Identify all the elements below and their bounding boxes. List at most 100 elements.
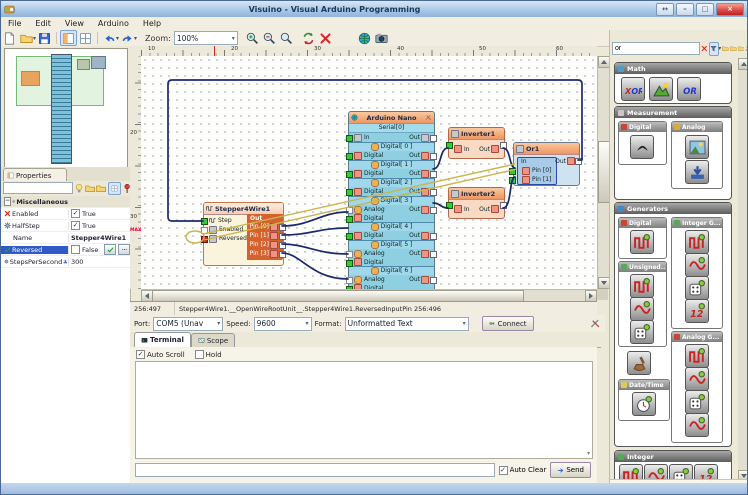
component-inverter2[interactable]: Inverter2 InOut xyxy=(448,187,505,219)
canvas-vertical-scrollbar[interactable] xyxy=(597,56,609,289)
serial-in-pin[interactable] xyxy=(346,135,353,142)
auto-scroll-option[interactable]: Auto Scroll xyxy=(136,350,185,359)
photo-measure-button[interactable] xyxy=(685,135,709,159)
property-category[interactable]: Miscellaneous xyxy=(1,196,130,208)
property-row-name[interactable]: Name Stepper4Wire1 xyxy=(1,232,130,244)
tools-icon[interactable] xyxy=(425,114,432,121)
tab-terminal[interactable]: Terminal xyxy=(134,332,191,347)
enabled-input-pin[interactable] xyxy=(201,227,208,234)
tab-properties[interactable]: Properties xyxy=(3,168,67,182)
digital2-out-pin[interactable] xyxy=(430,189,437,196)
serial-out-pin[interactable] xyxy=(430,135,437,142)
digital-measure-button[interactable] xyxy=(630,135,654,159)
tab-scope[interactable]: Scope xyxy=(191,333,235,347)
menu-arduino[interactable]: Arduino xyxy=(91,18,136,29)
or1-in-pin-1[interactable] xyxy=(509,177,516,184)
halfstep-checkbox[interactable] xyxy=(71,221,80,230)
xor-component-button[interactable]: XOR xyxy=(621,77,645,101)
step-input-pin[interactable] xyxy=(201,218,208,225)
random-generator-button[interactable] xyxy=(685,276,709,300)
folder-open-icon[interactable] xyxy=(730,43,737,54)
digital6-analog-pin[interactable] xyxy=(346,277,353,284)
square-wave-button[interactable] xyxy=(630,230,654,254)
clock-generator-button[interactable] xyxy=(632,392,656,416)
snapshot-button[interactable] xyxy=(373,30,390,46)
format-select[interactable]: Unformatted Text xyxy=(345,317,469,331)
grid-toggle-button[interactable] xyxy=(77,30,94,46)
or1-out-pin[interactable] xyxy=(575,158,582,165)
component-stepper4wire1[interactable]: Stepper4Wire1 Step Enabled Reversed Out … xyxy=(203,202,284,266)
digital6-out-pin[interactable] xyxy=(430,277,437,284)
preview-thumbnail[interactable] xyxy=(4,48,128,168)
collapse-icon[interactable] xyxy=(4,197,11,206)
digital2-in-pin[interactable] xyxy=(346,189,353,196)
digital1-out-pin[interactable] xyxy=(430,171,437,178)
palette-scrollbar[interactable] xyxy=(738,58,748,482)
sine-wave-button[interactable] xyxy=(685,413,709,437)
inverter1-out-pin[interactable] xyxy=(500,142,507,149)
digital1-in-pin[interactable] xyxy=(346,171,353,178)
property-row-reversed[interactable]: Reversed False xyxy=(1,244,130,256)
minimize-button[interactable] xyxy=(676,3,694,16)
menu-file[interactable]: File xyxy=(1,18,28,29)
disconnect-tools-icon[interactable] xyxy=(590,318,601,329)
digital4-out-pin[interactable] xyxy=(430,233,437,240)
inverter1-title-bar[interactable]: Inverter1 xyxy=(449,128,504,140)
property-row-stepspersecond[interactable]: StepsPerSecond 300 xyxy=(1,256,130,268)
inverter1-in-pin[interactable] xyxy=(446,142,453,149)
math-header[interactable]: Math xyxy=(615,63,731,74)
or-component-button[interactable]: OR xyxy=(677,77,701,101)
stepper-out-pin-2[interactable] xyxy=(279,242,286,249)
hold-checkbox[interactable] xyxy=(195,350,204,359)
square-wave-button[interactable] xyxy=(685,230,709,254)
analog-drop-button[interactable] xyxy=(685,160,709,184)
zoom-reset-button[interactable] xyxy=(278,30,295,46)
save-button[interactable] xyxy=(36,30,53,46)
square-wave-button[interactable] xyxy=(685,344,709,368)
auto-clear-option[interactable]: Auto Clear xyxy=(499,466,547,475)
or1-title-bar[interactable]: Or1 xyxy=(514,143,579,155)
properties-search-input[interactable] xyxy=(3,182,73,194)
generators-header[interactable]: Generators xyxy=(615,203,731,214)
reversed-pin-button[interactable] xyxy=(104,244,116,255)
auto-clear-checkbox[interactable] xyxy=(499,466,508,475)
panel-toggle-button[interactable] xyxy=(60,30,77,46)
component-arduino-nano[interactable]: Arduino Nano Serial[0] In Out Digital[ 0… xyxy=(348,111,435,289)
sine-wave-button[interactable] xyxy=(685,367,709,391)
folder-open-icon[interactable] xyxy=(96,183,106,194)
resize-icon[interactable] xyxy=(656,3,674,16)
palette-search-input[interactable] xyxy=(612,42,700,55)
sync-button[interactable] xyxy=(300,30,317,46)
title-bar[interactable]: Visuino - Visual Arduino Programming xyxy=(1,1,747,17)
digital5-in-pin[interactable] xyxy=(346,260,353,267)
terminal-send-input[interactable] xyxy=(135,463,495,477)
property-row-halfstep[interactable]: HalfStep True xyxy=(1,220,130,232)
filter-dropdown[interactable]: ▾ xyxy=(718,45,721,52)
delete-button[interactable] xyxy=(317,30,334,46)
folder-open-icon[interactable] xyxy=(738,43,745,54)
web-button[interactable] xyxy=(356,30,373,46)
zoom-out-button[interactable] xyxy=(261,30,278,46)
inverter2-in-pin[interactable] xyxy=(446,202,453,209)
clear-icon[interactable] xyxy=(701,43,708,54)
canvas-horizontal-scrollbar[interactable] xyxy=(141,289,597,301)
digital3-in-pin[interactable] xyxy=(346,216,353,223)
close-button[interactable] xyxy=(716,3,744,16)
component-inverter1[interactable]: Inverter1 InOut xyxy=(448,127,505,159)
analog-math-button[interactable] xyxy=(649,77,673,101)
property-row-enabled[interactable]: Enabled True xyxy=(1,208,130,220)
connect-button[interactable]: Connect xyxy=(482,316,534,331)
maximize-button[interactable] xyxy=(696,3,714,16)
stepper-out-pin-0[interactable] xyxy=(279,224,286,231)
stepper-out-pin-1[interactable] xyxy=(279,233,286,240)
reversed-input-pin[interactable] xyxy=(201,236,208,243)
component-or1[interactable]: Or1 In Pin [0] Pin [1] Out xyxy=(513,142,580,186)
inverter2-title-bar[interactable]: Inverter2 xyxy=(449,188,504,200)
port-select[interactable]: COM5 (Unav xyxy=(153,317,223,331)
zoom-in-button[interactable] xyxy=(244,30,261,46)
folder-new-icon[interactable] xyxy=(85,183,95,194)
box-filter-button[interactable] xyxy=(108,182,121,195)
folder-new-icon[interactable] xyxy=(722,43,729,54)
auto-scroll-checkbox[interactable] xyxy=(136,350,145,359)
reversed-more-button[interactable] xyxy=(118,244,130,255)
